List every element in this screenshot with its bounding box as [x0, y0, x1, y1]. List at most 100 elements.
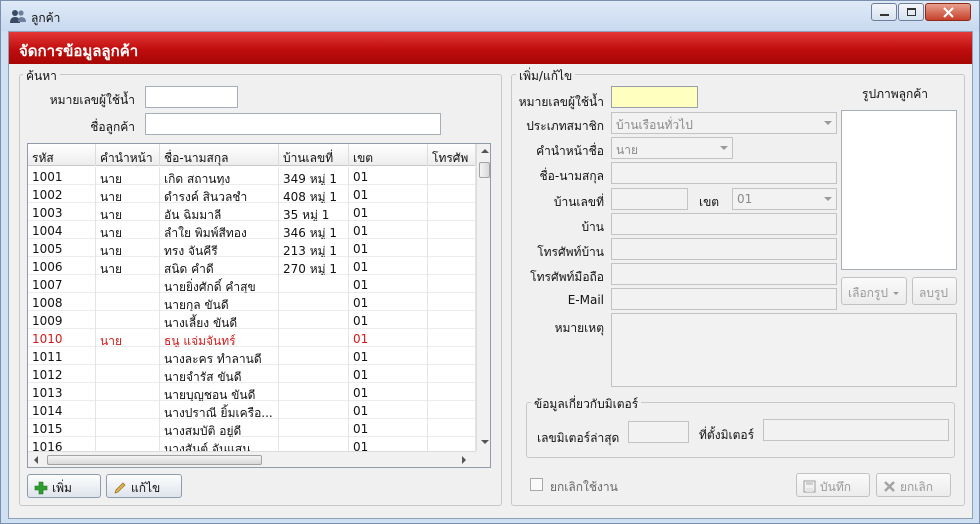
cell-phone: [428, 311, 476, 329]
cell-prefix: [96, 347, 160, 365]
table-row[interactable]: 1006 นาย สนิด คำดี 270 หมู่ 1 01: [28, 257, 476, 275]
window-title: ลูกค้า: [31, 11, 61, 25]
zone-select[interactable]: 01: [732, 188, 837, 210]
cell-prefix: นาย: [96, 239, 160, 257]
add-button[interactable]: เพิ่ม: [27, 474, 101, 498]
village-input[interactable]: [611, 213, 837, 235]
water-no-input[interactable]: [611, 86, 698, 108]
table-row[interactable]: 1015 นางสมบัติ อยู่ดี 01: [28, 419, 476, 437]
scroll-right-icon[interactable]: [462, 456, 466, 464]
table-row[interactable]: 1011 นางละคร ทำลานดี 01: [28, 347, 476, 365]
cell-code: 1011: [28, 347, 96, 365]
prefix-select[interactable]: นาย: [611, 137, 733, 159]
vertical-scroll-thumb[interactable]: [479, 162, 490, 178]
zone-label: เขต: [699, 195, 720, 209]
fullname-input[interactable]: [611, 162, 837, 184]
column-header-code[interactable]: รหัส: [28, 144, 96, 166]
prefix-label: คำนำหน้าชื่อ: [536, 144, 604, 158]
mobile-input[interactable]: [611, 263, 837, 285]
cell-phone: [428, 275, 476, 293]
cell-phone: [428, 293, 476, 311]
meter-location-input[interactable]: [763, 419, 949, 441]
table-header: รหัส คำนำหน้า ชื่อ-นามสกุล บ้านเลขที่ เข…: [28, 144, 476, 166]
cell-zone: 01: [349, 329, 428, 347]
cell-name: เกิด สถานทุง: [160, 167, 279, 185]
choose-photo-button[interactable]: เลือกรูป: [841, 277, 907, 305]
table-row[interactable]: 1012 นายจำรัส ขันดี 01: [28, 365, 476, 383]
table-row[interactable]: 1002 นาย ดำรงค์ สินวลชำ 408 หมู่ 1 01: [28, 185, 476, 203]
chevron-down-icon: [720, 146, 728, 150]
edit-legend: เพิ่ม/แก้ไข: [516, 67, 576, 86]
member-type-select[interactable]: บ้านเรือนทั่วไป: [611, 112, 837, 134]
minimize-button[interactable]: [871, 3, 897, 21]
cell-code: 1003: [28, 203, 96, 221]
table-row[interactable]: 1003 นาย อัน ฉิมมาลี 35 หมู่ 1 01: [28, 203, 476, 221]
column-header-house-no[interactable]: บ้านเลขที่: [279, 144, 349, 166]
delete-photo-button[interactable]: ลบรูป: [912, 277, 957, 305]
column-header-prefix[interactable]: คำนำหน้า: [96, 144, 160, 166]
maximize-button[interactable]: [898, 3, 924, 21]
vertical-scrollbar[interactable]: [476, 144, 490, 451]
scroll-left-icon[interactable]: [34, 456, 38, 464]
cell-zone: 01: [349, 383, 428, 401]
table-row[interactable]: 1014 นางปราณี ยิ้มเครือ... 01: [28, 401, 476, 419]
cell-name: นายกุล ขันดี: [160, 293, 279, 311]
cell-zone: 01: [349, 293, 428, 311]
save-button-label: บันทึก: [820, 480, 851, 494]
meter-last-input[interactable]: [628, 421, 689, 443]
house-no-label: บ้านเลขที่: [553, 195, 604, 209]
column-header-zone[interactable]: เขต: [349, 144, 428, 166]
title-bar: ลูกค้า: [1, 1, 979, 31]
cell-code: 1004: [28, 221, 96, 239]
cell-name: สนิด คำดี: [160, 257, 279, 275]
close-button[interactable]: [925, 3, 971, 21]
cell-zone: 01: [349, 311, 428, 329]
horizontal-scrollbar[interactable]: [28, 451, 476, 467]
column-header-phone[interactable]: โทรศัพ: [428, 144, 476, 166]
meter-location-label: ที่ตั้งมิเตอร์: [699, 428, 755, 442]
cell-phone: [428, 185, 476, 203]
cell-house-no: [279, 329, 349, 347]
app-window: ลูกค้า จัดการข้อมูลลูกค้า ค้นหา หมายเลขผ…: [0, 0, 980, 524]
cancel-use-checkbox[interactable]: [530, 478, 543, 491]
cell-prefix: นาย: [96, 329, 160, 347]
scroll-up-icon[interactable]: [481, 149, 489, 153]
table-row[interactable]: 1005 นาย ทรง จันคีรี 213 หมู่ 1 01: [28, 239, 476, 257]
horizontal-scroll-thumb[interactable]: [47, 455, 262, 465]
search-name-input[interactable]: [145, 113, 441, 135]
save-button[interactable]: บันทึก: [796, 473, 870, 497]
users-icon: [10, 10, 26, 23]
table-row[interactable]: 1010 นาย ธนู แจ่มจันทร์ 01: [28, 329, 476, 347]
column-header-name[interactable]: ชื่อ-นามสกุล: [160, 144, 279, 166]
table-row[interactable]: 1001 นาย เกิด สถานทุง 349 หมู่ 1 01: [28, 167, 476, 185]
cell-name: ทรง จันคีรี: [160, 239, 279, 257]
table-row[interactable]: 1009 นางเลี้ยง ขันดี 01: [28, 311, 476, 329]
search-water-no-input[interactable]: [145, 86, 238, 108]
cell-name: นางละคร ทำลานดี: [160, 347, 279, 365]
village-label: บ้าน: [581, 220, 604, 234]
cancel-button[interactable]: ยกเลิก: [876, 473, 951, 497]
cell-phone: [428, 167, 476, 185]
cell-name: นายจำรัส ขันดี: [160, 365, 279, 383]
email-input[interactable]: [611, 288, 837, 310]
cell-house-no: [279, 347, 349, 365]
edit-button[interactable]: แก้ไข: [106, 474, 182, 498]
table-row[interactable]: 1013 นายบุญชอน ขันดี 01: [28, 383, 476, 401]
cell-name: ธนู แจ่มจันทร์: [160, 329, 279, 347]
main-panel: จัดการข้อมูลลูกค้า ค้นหา หมายเลขผู้ใช้น้…: [8, 31, 973, 519]
cell-code: 1007: [28, 275, 96, 293]
cell-code: 1009: [28, 311, 96, 329]
note-textarea[interactable]: [611, 313, 957, 387]
table-row[interactable]: 1008 นายกุล ขันดี 01: [28, 293, 476, 311]
cell-phone: [428, 221, 476, 239]
table-row[interactable]: 1007 นายยิ่งศักดิ์ คำสุข 01: [28, 275, 476, 293]
cell-code: 1010: [28, 329, 96, 347]
house-no-input[interactable]: [611, 188, 688, 210]
home-phone-label: โทรศัพท์บ้าน: [537, 245, 604, 259]
scroll-down-icon[interactable]: [481, 440, 489, 444]
table-row[interactable]: 1004 นาย ลำใย พิมพ์สีทอง 346 หมู่ 1 01: [28, 221, 476, 239]
home-phone-input[interactable]: [611, 238, 837, 260]
cell-zone: 01: [349, 419, 428, 437]
cell-code: 1005: [28, 239, 96, 257]
cell-prefix: นาย: [96, 221, 160, 239]
